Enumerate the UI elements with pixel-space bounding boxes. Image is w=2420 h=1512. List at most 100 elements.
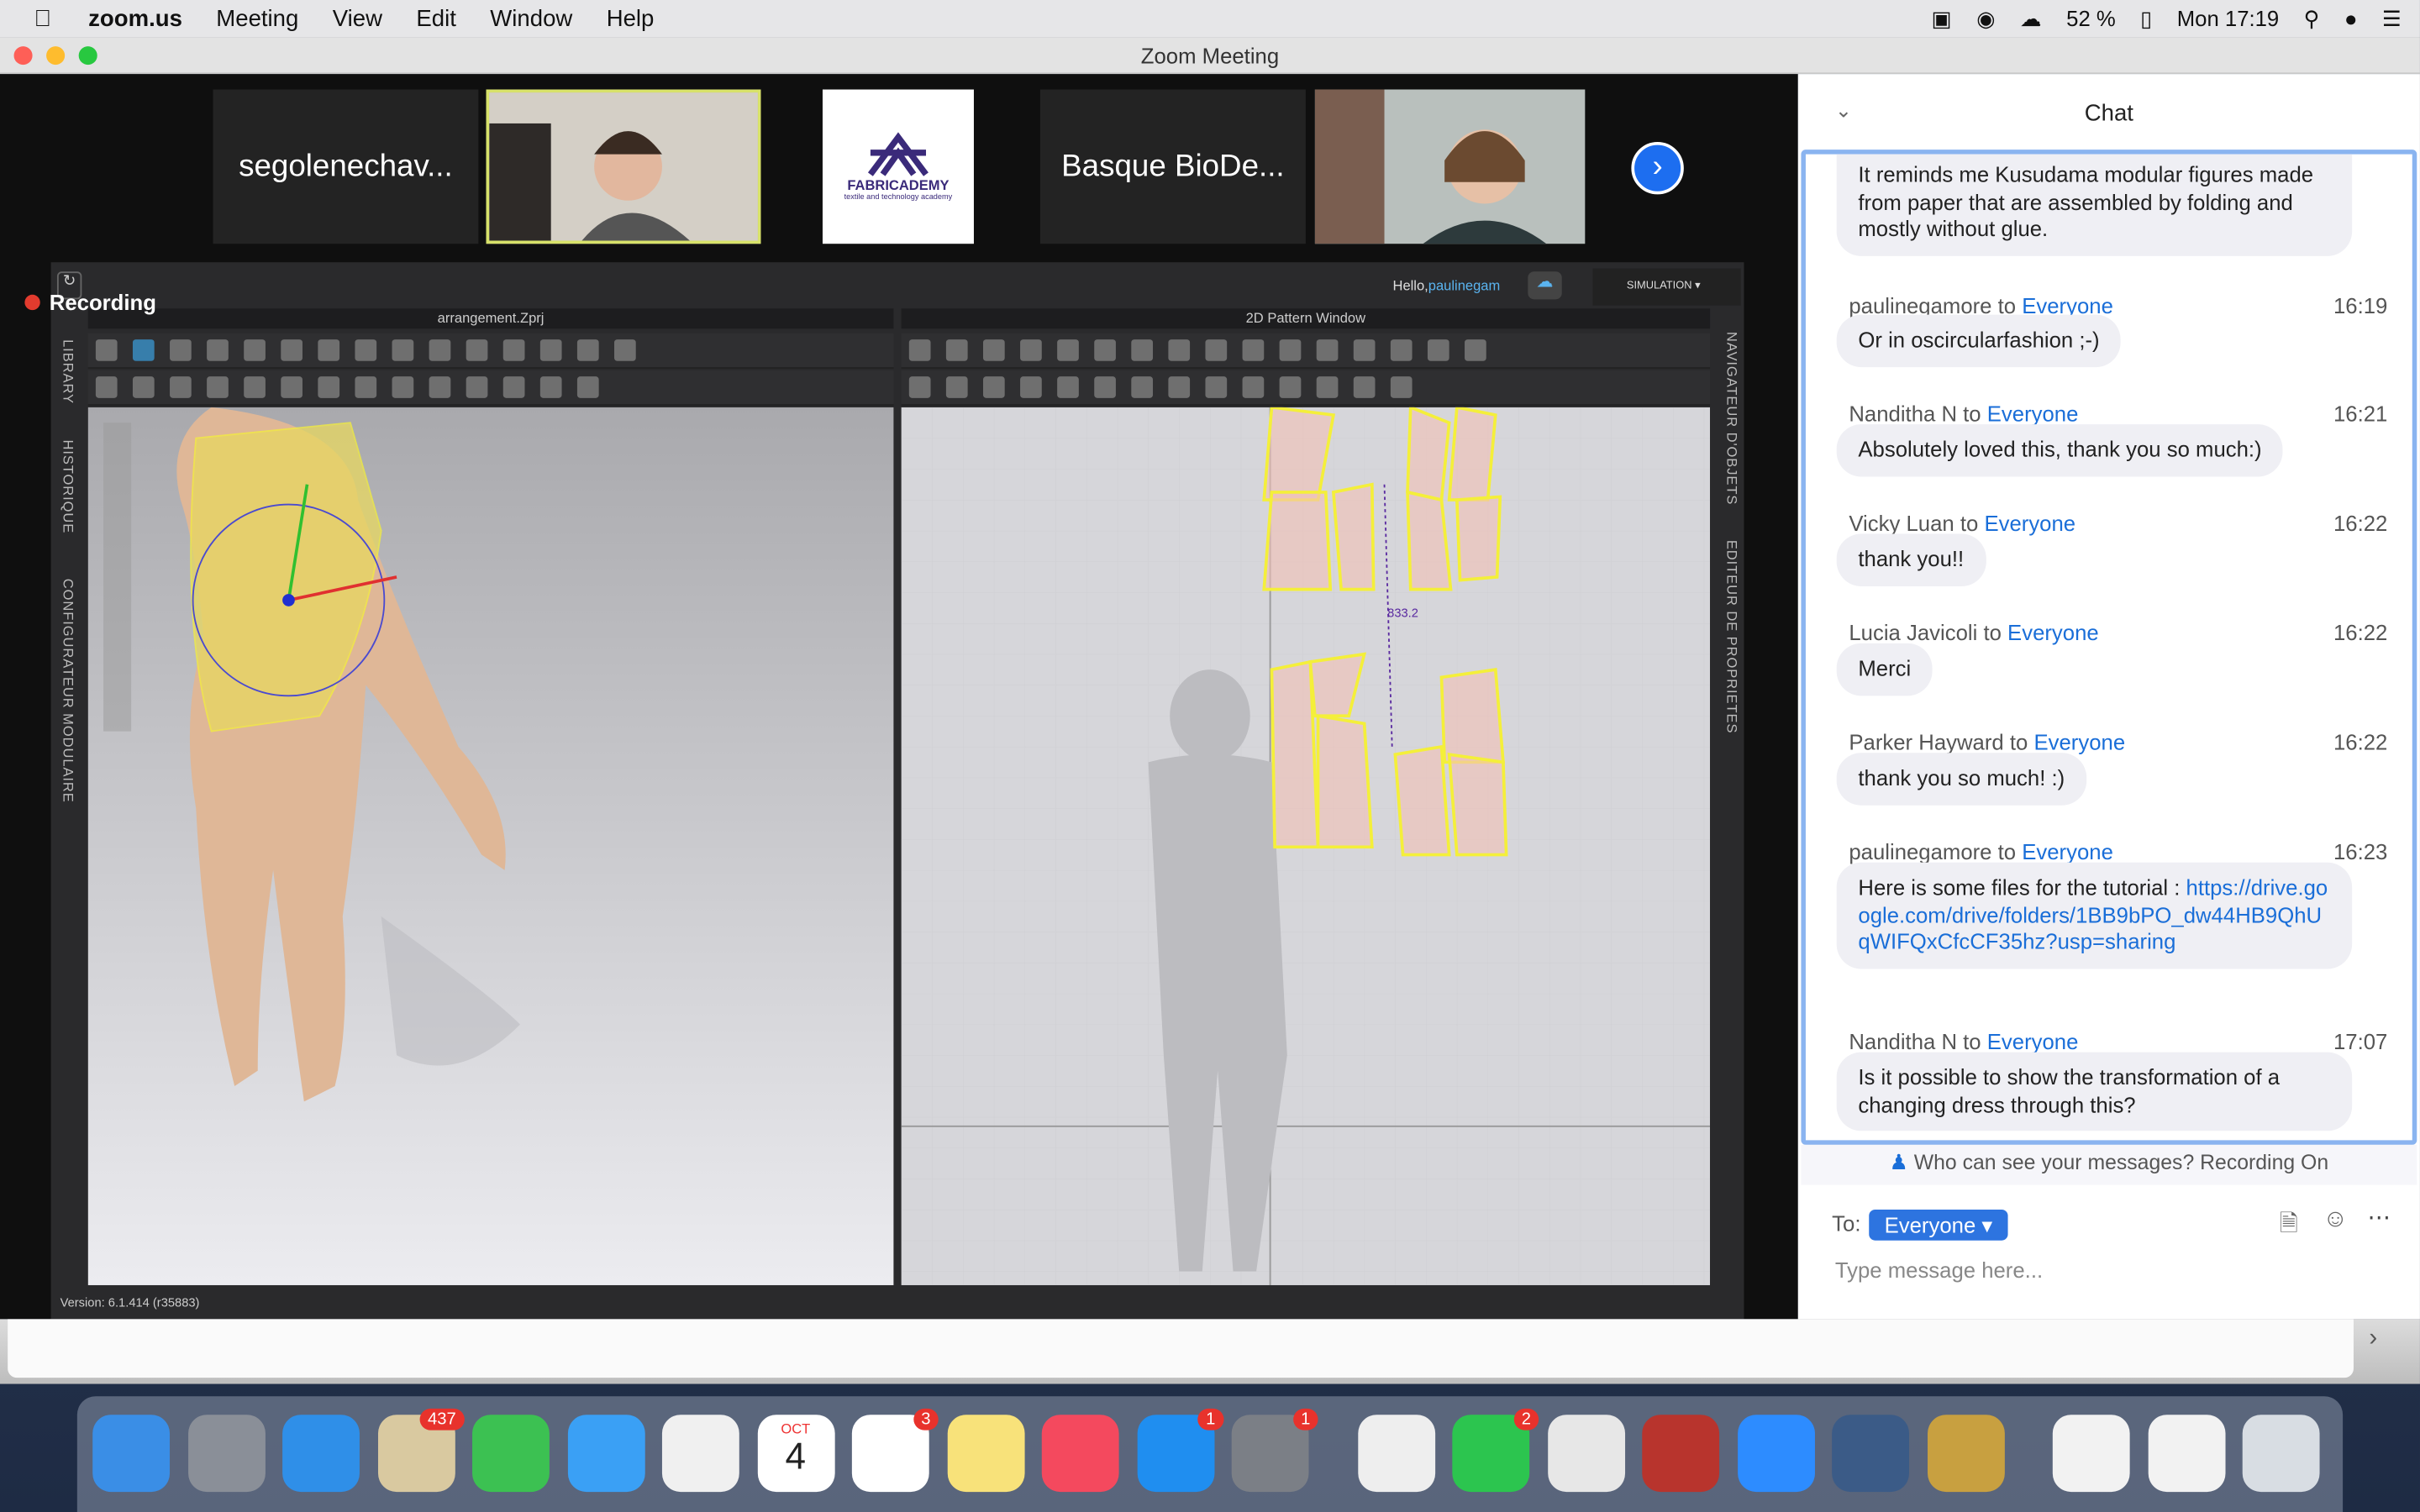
tool-icon[interactable] bbox=[1094, 376, 1116, 398]
recording-indicator[interactable]: Recording bbox=[24, 290, 156, 315]
tool-icon[interactable] bbox=[1316, 339, 1339, 361]
tool-icon[interactable] bbox=[1057, 339, 1079, 361]
tool-icon[interactable] bbox=[170, 339, 192, 361]
menu-window[interactable]: Window bbox=[490, 5, 572, 31]
dock-finder-icon[interactable] bbox=[92, 1415, 171, 1493]
tab-configurateur[interactable]: CONFIGURATEUR MODULAIRE bbox=[60, 579, 76, 803]
menu-view[interactable]: View bbox=[333, 5, 382, 31]
dock-mail-icon[interactable]: 437 bbox=[377, 1408, 464, 1493]
tool-icon[interactable] bbox=[95, 376, 118, 398]
file-icon[interactable]: 🗎 bbox=[2280, 1208, 2298, 1247]
zoom-button[interactable] bbox=[78, 46, 97, 66]
tool-icon[interactable] bbox=[1316, 376, 1339, 398]
sender-target[interactable]: Everyone bbox=[1984, 511, 2075, 535]
tool-icon[interactable] bbox=[392, 376, 414, 398]
dock-notes-icon[interactable] bbox=[946, 1415, 1024, 1493]
participant-video[interactable] bbox=[1314, 89, 1586, 244]
tool-icon[interactable] bbox=[244, 376, 266, 398]
tool-icon[interactable] bbox=[170, 376, 192, 398]
viewport-3d[interactable] bbox=[87, 407, 894, 1285]
tool-icon[interactable] bbox=[318, 376, 340, 398]
menu-help[interactable]: Help bbox=[607, 5, 655, 31]
dock-document-icon[interactable] bbox=[2147, 1415, 2225, 1493]
dock-launchpad-icon[interactable] bbox=[187, 1415, 265, 1493]
participant-tile-fabricademy[interactable]: FABRICADEMY textile and technology acade… bbox=[822, 89, 974, 244]
tool-icon[interactable] bbox=[502, 376, 525, 398]
dock-document-icon[interactable] bbox=[2052, 1415, 2130, 1493]
dock-messages-icon[interactable] bbox=[566, 1415, 644, 1493]
cloud-sync-icon[interactable]: ☁ bbox=[1528, 271, 1562, 300]
dock-textedit-icon[interactable] bbox=[1357, 1415, 1435, 1493]
apple-icon[interactable]:  bbox=[34, 5, 51, 31]
tool-icon[interactable] bbox=[1279, 339, 1302, 361]
battery-icon[interactable]: ▯ bbox=[2140, 5, 2152, 31]
tool-icon[interactable] bbox=[614, 339, 636, 361]
tool-icon[interactable] bbox=[945, 376, 968, 398]
menu-app[interactable]: zoom.us bbox=[88, 5, 182, 31]
zoom-status-icon[interactable]: ▣ bbox=[1932, 5, 1952, 31]
cloud-icon[interactable]: ☁ bbox=[2020, 5, 2042, 31]
tool-icon[interactable] bbox=[539, 376, 562, 398]
control-center-icon[interactable]: ☰ bbox=[2382, 5, 2402, 31]
tool-icon[interactable] bbox=[1390, 339, 1413, 361]
sender-target[interactable]: Everyone bbox=[2033, 730, 2125, 754]
spotlight-icon[interactable]: ⚲ bbox=[2304, 5, 2320, 31]
dock-safari-icon[interactable] bbox=[282, 1415, 360, 1493]
tool-icon[interactable] bbox=[1205, 339, 1228, 361]
dock-music-icon[interactable] bbox=[1041, 1415, 1119, 1493]
dock-trash-icon[interactable] bbox=[2242, 1415, 2320, 1493]
dock-photos-icon[interactable] bbox=[661, 1415, 739, 1493]
tool-icon[interactable] bbox=[281, 376, 302, 398]
chevron-right-icon[interactable]: › bbox=[2369, 1326, 2377, 1353]
participant-tile[interactable]: Basque BioDe... bbox=[1039, 89, 1306, 244]
tool-icon[interactable] bbox=[908, 339, 931, 361]
tool-icon[interactable] bbox=[392, 339, 414, 361]
dock-reminders-icon[interactable]: 3 bbox=[851, 1408, 939, 1493]
tool-icon[interactable] bbox=[1279, 376, 1302, 398]
tool-icon[interactable] bbox=[1242, 376, 1265, 398]
tool-icon[interactable] bbox=[95, 339, 118, 361]
tool-icon[interactable] bbox=[429, 376, 451, 398]
message-input[interactable]: Type message here... bbox=[1835, 1257, 2043, 1282]
dock-clo-icon[interactable] bbox=[1927, 1415, 2004, 1493]
tool-icon[interactable] bbox=[207, 339, 229, 361]
tool-icon[interactable] bbox=[1168, 376, 1191, 398]
tool-icon[interactable] bbox=[355, 339, 377, 361]
sender-target[interactable]: Everyone bbox=[2007, 620, 2099, 644]
tool-icon[interactable] bbox=[1168, 339, 1191, 361]
tool-icon[interactable] bbox=[132, 339, 155, 361]
tool-icon[interactable] bbox=[1020, 339, 1042, 361]
dock-app-store-icon[interactable]: 1 bbox=[1136, 1408, 1223, 1493]
recipient-dropdown[interactable]: Everyone ▾ bbox=[1869, 1209, 2008, 1241]
tool-icon[interactable] bbox=[281, 339, 302, 361]
tool-icon[interactable] bbox=[982, 339, 1005, 361]
tool-icon[interactable] bbox=[1094, 339, 1116, 361]
tool-icon[interactable] bbox=[1427, 339, 1449, 361]
tool-icon[interactable] bbox=[1390, 376, 1413, 398]
mode-selector[interactable]: SIMULATION ▾ bbox=[1592, 268, 1741, 306]
tool-icon[interactable] bbox=[1205, 376, 1228, 398]
dock-system-preferences-icon[interactable]: 1 bbox=[1231, 1408, 1318, 1493]
menu-meeting[interactable]: Meeting bbox=[216, 5, 298, 31]
tool-icon[interactable] bbox=[132, 376, 155, 398]
tab-navigateur[interactable]: NAVIGATEUR D'OBJETS bbox=[1724, 332, 1739, 505]
tool-icon[interactable] bbox=[1353, 339, 1376, 361]
tool-icon[interactable] bbox=[1131, 376, 1154, 398]
dock-facetime-icon[interactable] bbox=[472, 1415, 550, 1493]
siri-icon[interactable]: ● bbox=[2344, 6, 2358, 30]
dock-calendar-icon[interactable]: OCT 4 bbox=[756, 1415, 834, 1493]
dock-quicktime-icon[interactable] bbox=[1832, 1415, 1909, 1493]
menu-edit[interactable]: Edit bbox=[416, 5, 455, 31]
tab-library[interactable]: LIBRARY bbox=[60, 339, 76, 404]
tool-icon[interactable] bbox=[908, 376, 931, 398]
close-button[interactable] bbox=[13, 46, 33, 66]
minimize-button[interactable] bbox=[46, 46, 66, 66]
tab-editeur[interactable]: EDITEUR DE PROPRIETES bbox=[1724, 540, 1739, 734]
chat-messages[interactable]: It reminds me Kusudama modular figures m… bbox=[1801, 150, 2417, 1145]
privacy-notice[interactable]: ♟ Who can see your messages? Recording O… bbox=[1801, 1144, 2417, 1185]
tool-icon[interactable] bbox=[576, 376, 599, 398]
sender-target[interactable]: Everyone bbox=[1987, 402, 2079, 426]
tool-icon[interactable] bbox=[207, 376, 229, 398]
dock-zoom-icon[interactable] bbox=[1737, 1415, 1815, 1493]
tool-icon[interactable] bbox=[539, 339, 562, 361]
